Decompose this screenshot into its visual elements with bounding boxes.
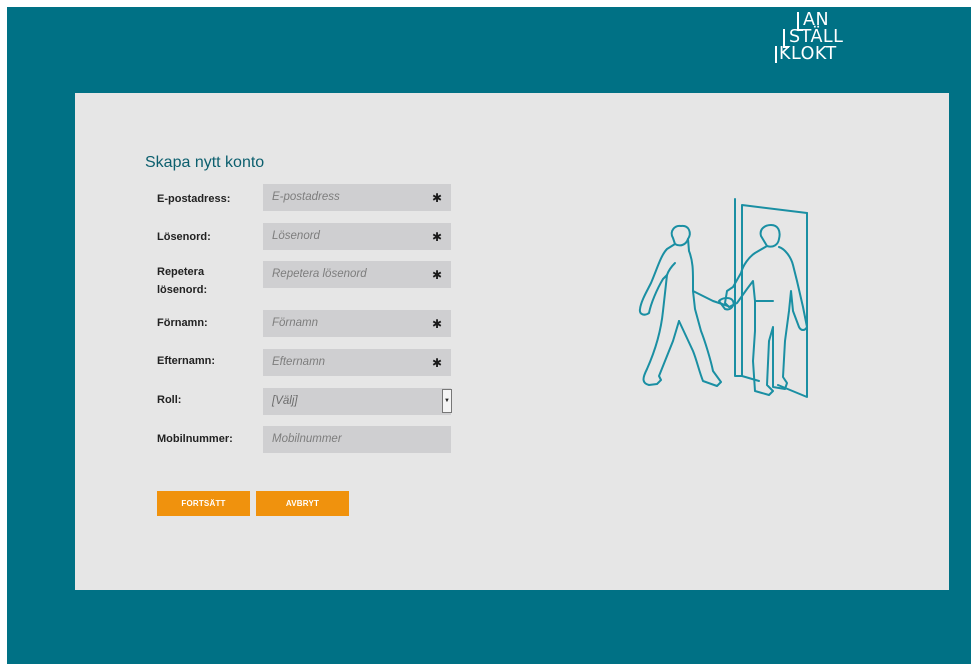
email-placeholder: E-postadress [272,191,340,203]
required-icon: ✱ [431,317,442,331]
role-select[interactable]: [Välj] ▼ [263,388,452,415]
password-placeholder: Lösenord [272,230,320,242]
password-field[interactable]: Lösenord ✱ [263,223,451,250]
lastname-field[interactable]: Efternamn ✱ [263,349,451,376]
repeat-password-label: Repetera lösenord: [157,263,207,299]
repeat-password-label-line1: Repetera [157,266,205,278]
cancel-button[interactable]: AVBRYT [256,491,349,516]
role-selected-value: [Välj] [272,395,298,407]
required-icon: ✱ [431,230,442,244]
repeat-password-placeholder: Repetera lösenord [272,268,367,280]
signup-panel: Skapa nytt konto E-postadress: E-postadr… [75,93,949,590]
mobile-placeholder: Mobilnummer [272,433,342,445]
mobile-label: Mobilnummer: [157,433,233,445]
firstname-field[interactable]: Förnamn ✱ [263,310,451,337]
firstname-label: Förnamn: [157,317,208,329]
mobile-field[interactable]: Mobilnummer [263,426,451,453]
lastname-placeholder: Efternamn [272,356,326,368]
continue-button[interactable]: FORTSÄTT [157,491,250,516]
repeat-password-label-line2: lösenord: [157,284,208,296]
firstname-placeholder: Förnamn [272,317,319,329]
repeat-password-field[interactable]: Repetera lösenord ✱ [263,261,451,288]
lastname-label: Efternamn: [157,355,216,367]
required-icon: ✱ [431,191,442,205]
email-field[interactable]: E-postadress ✱ [263,184,451,211]
password-label: Lösenord: [157,231,211,243]
handshake-at-door-icon [638,198,808,398]
dropdown-arrow-icon[interactable]: ▼ [442,389,452,413]
page-title: Skapa nytt konto [145,154,265,171]
required-icon: ✱ [431,356,442,370]
logo-line-3: KLOKT [779,44,837,64]
email-label: E-postadress: [157,193,231,205]
required-icon: ✱ [431,268,442,282]
role-label: Roll: [157,394,182,406]
anstallklokt-logo: AN STÄLL KLOKT [775,10,857,72]
